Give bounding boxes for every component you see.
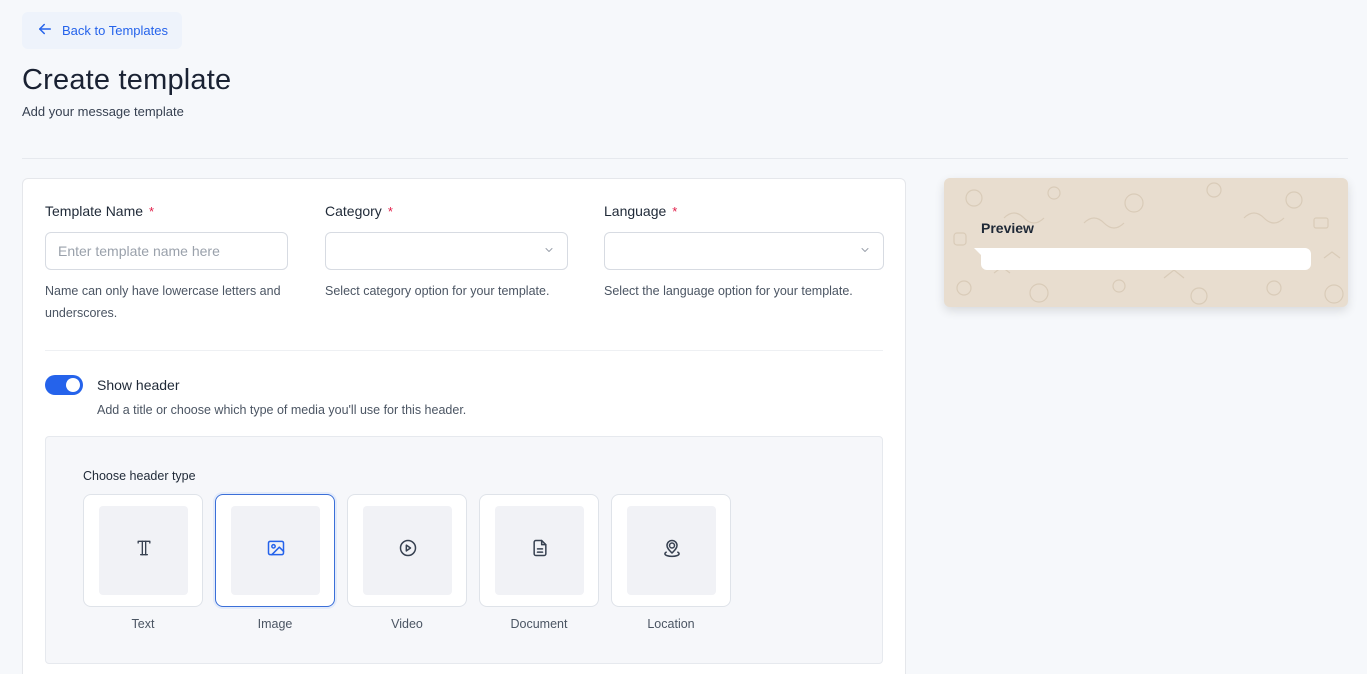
text-icon [134, 538, 154, 563]
document-icon [530, 538, 550, 563]
category-field: Category * Select category option for yo… [325, 201, 568, 302]
image-icon [266, 538, 286, 563]
show-header-label: Show header [97, 377, 180, 393]
required-mark: * [672, 203, 678, 219]
language-help: Select the language option for your temp… [604, 284, 853, 298]
header-type-location-label: Location [647, 617, 695, 631]
message-preview-bubble [981, 248, 1311, 270]
header-type-document-label: Document [510, 617, 568, 631]
language-select[interactable] [604, 232, 884, 270]
play-icon [398, 538, 418, 563]
header-type-image[interactable] [215, 494, 335, 607]
header-type-panel: Choose header type Text Image Video Docu… [45, 436, 883, 664]
header-type-video-label: Video [391, 617, 423, 631]
category-label: Category [325, 203, 382, 219]
template-form-card: Template Name * Name can only have lower… [22, 178, 906, 674]
show-header-help: Add a title or choose which type of medi… [97, 403, 467, 417]
divider [22, 158, 1348, 159]
language-label: Language [604, 203, 667, 219]
required-mark: * [149, 203, 155, 219]
preview-panel: Preview [944, 178, 1348, 307]
template-name-input[interactable] [58, 243, 275, 259]
header-type-document[interactable] [479, 494, 599, 607]
page-subtitle: Add your message template [22, 104, 184, 119]
page-title: Create template [22, 64, 232, 96]
template-name-help: Name can only have lowercase letters and… [45, 284, 281, 320]
header-type-location[interactable] [611, 494, 731, 607]
header-type-text[interactable] [83, 494, 203, 607]
chat-wallpaper-pattern [953, 182, 1344, 305]
show-header-toggle[interactable] [45, 375, 83, 395]
template-name-label: Template Name [45, 203, 144, 219]
language-field: Language * Select the language option fo… [604, 201, 884, 302]
template-name-field: Template Name * Name can only have lower… [45, 201, 288, 324]
chevron-down-icon [859, 243, 871, 259]
preview-title: Preview [981, 220, 1034, 236]
divider [45, 350, 883, 351]
back-to-templates-button[interactable]: Back to Templates [22, 12, 182, 49]
template-name-input-wrapper [45, 232, 288, 270]
choose-header-type-label: Choose header type [83, 469, 196, 483]
category-help: Select category option for your template… [325, 284, 550, 298]
header-type-image-label: Image [257, 617, 293, 631]
toggle-knob [66, 378, 80, 392]
back-button-label: Back to Templates [62, 23, 168, 38]
arrow-left-icon [36, 20, 54, 41]
header-type-text-label: Text [131, 617, 155, 631]
header-type-video[interactable] [347, 494, 467, 607]
chevron-down-icon [543, 243, 555, 259]
required-mark: * [387, 203, 393, 219]
category-select[interactable] [325, 232, 568, 270]
location-pin-icon [662, 538, 682, 563]
